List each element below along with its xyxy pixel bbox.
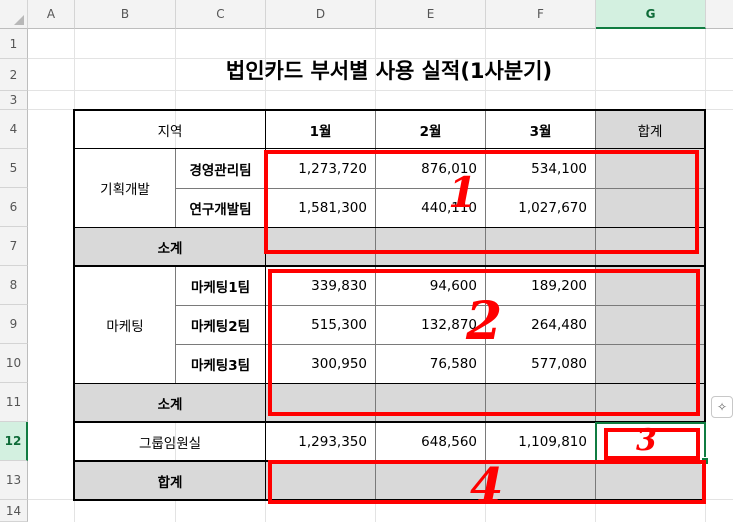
header-month-2[interactable]: 2월 — [376, 111, 485, 148]
team-name[interactable]: 연구개발팀 — [176, 188, 265, 227]
row-header-2[interactable]: 2 — [0, 59, 28, 91]
grand-total-label[interactable]: 합계 — [75, 462, 265, 499]
column-header-b[interactable]: B — [75, 0, 176, 29]
header-total[interactable]: 합계 — [596, 111, 704, 148]
row-header-1[interactable]: 1 — [0, 29, 28, 59]
subtotal-label[interactable]: 소계 — [75, 384, 265, 421]
sparkle-icon[interactable]: ✧ — [711, 396, 733, 418]
header-month-1[interactable]: 1월 — [266, 111, 375, 148]
team-name[interactable]: 마케팅1팀 — [176, 267, 265, 305]
row-header-6[interactable]: 6 — [0, 188, 28, 227]
column-header-f[interactable]: F — [486, 0, 596, 29]
value-cell[interactable]: 1,293,350 — [266, 423, 375, 460]
subtotal-label[interactable]: 소계 — [75, 228, 265, 266]
row-header-4[interactable]: 4 — [0, 110, 28, 149]
region-marketing[interactable]: 마케팅 — [75, 267, 175, 383]
region-planning-dev[interactable]: 기획개발 — [75, 149, 175, 227]
team-name[interactable]: 마케팅3팀 — [176, 344, 265, 383]
row-header-13[interactable]: 13 — [0, 461, 28, 500]
annotation-number-3: 3 — [636, 423, 657, 458]
annotation-number-4: 4 — [470, 458, 504, 514]
row-header-7[interactable]: 7 — [0, 227, 28, 266]
select-all-button[interactable] — [0, 0, 28, 29]
annotation-number-2: 2 — [466, 291, 503, 352]
header-month-3[interactable]: 3월 — [486, 111, 595, 148]
annotation-box-1 — [264, 150, 699, 254]
column-header-a[interactable]: A — [28, 0, 75, 29]
annotation-number-1: 1 — [448, 168, 478, 217]
row-header-10[interactable]: 10 — [0, 344, 28, 383]
row-header-8[interactable]: 8 — [0, 266, 28, 305]
column-header-e[interactable]: E — [376, 0, 486, 29]
row-header-9[interactable]: 9 — [0, 305, 28, 344]
row-header-3[interactable]: 3 — [0, 91, 28, 110]
column-header-g[interactable]: G — [596, 0, 706, 29]
row-header-12[interactable]: 12 — [0, 422, 28, 461]
column-header-h[interactable] — [706, 0, 733, 29]
team-name[interactable]: 마케팅2팀 — [176, 305, 265, 344]
row-header-5[interactable]: 5 — [0, 149, 28, 188]
value-cell[interactable]: 648,560 — [376, 423, 485, 460]
column-header-d[interactable]: D — [266, 0, 376, 29]
team-name[interactable]: 경영관리팀 — [176, 149, 265, 188]
header-region[interactable]: 지역 — [75, 111, 265, 148]
value-cell[interactable]: 1,109,810 — [486, 423, 595, 460]
sheet-title[interactable]: 법인카드 부서별 사용 실적(1사분기) — [74, 52, 704, 88]
executive-office-label[interactable]: 그룹임원실 — [75, 423, 265, 460]
row-header-11[interactable]: 11 — [0, 383, 28, 422]
column-header-c[interactable]: C — [176, 0, 266, 29]
row-header-14[interactable]: 14 — [0, 500, 28, 522]
